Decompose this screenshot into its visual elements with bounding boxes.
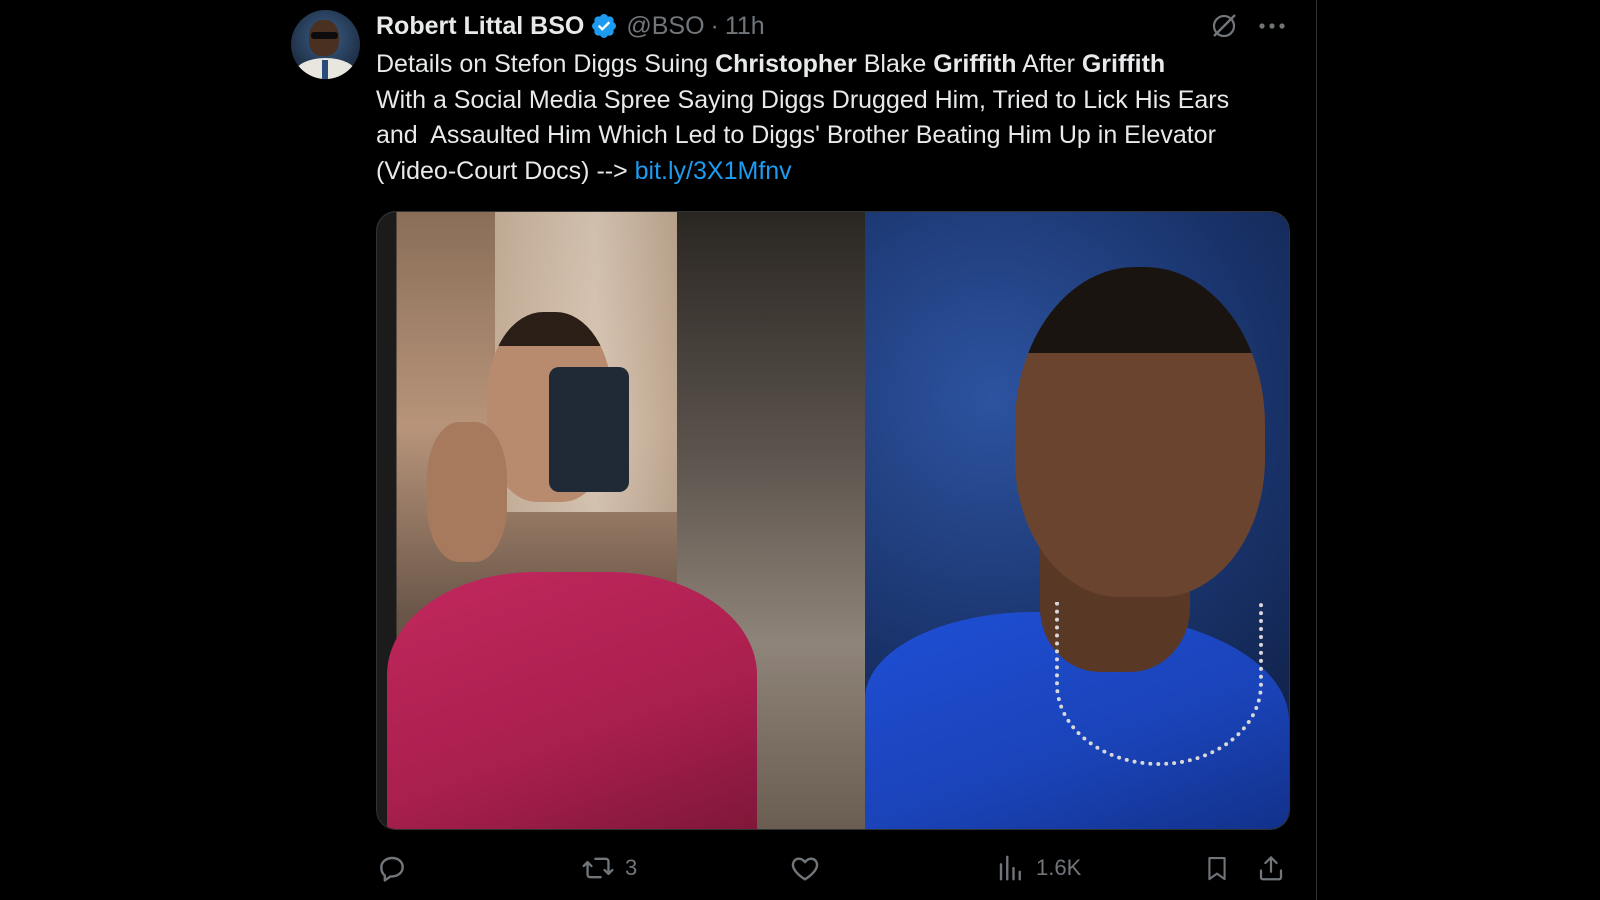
tweet-text-segment: With a Social Media Spree Saying Diggs D… xyxy=(376,85,1230,185)
tweet-text-segment: Blake xyxy=(856,50,934,78)
tweet-text: Details on Stefon Diggs Suing Christophe… xyxy=(376,47,1281,189)
media-photo-right[interactable] xyxy=(865,212,1289,829)
share-icon xyxy=(1256,852,1286,884)
author-name[interactable]: Robert Littal BSO xyxy=(376,12,584,41)
tweet-text-highlight: Christopher xyxy=(715,50,857,78)
photo-left-hand xyxy=(427,422,507,562)
bookmark-button[interactable] xyxy=(1203,850,1231,886)
retweet-count: 3 xyxy=(625,855,638,880)
like-icon xyxy=(789,852,821,884)
retweet-button[interactable]: 3 xyxy=(581,850,637,886)
tweet-text-segment: Details on Stefon Diggs Suing xyxy=(376,50,716,78)
views-count: 1.6K xyxy=(1036,855,1082,880)
share-button[interactable] xyxy=(1256,850,1286,886)
bookmark-icon xyxy=(1203,852,1231,884)
tweet-text-highlight: Griffith xyxy=(1081,50,1166,78)
tweet-link[interactable]: bit.ly/3X1Mfnv xyxy=(635,157,792,185)
reply-icon xyxy=(376,852,408,884)
photo-left-jacket xyxy=(387,572,757,829)
timeline-column: Robert Littal BSO @BSO · 11h Details on … xyxy=(0,0,1317,900)
separator-dot: · xyxy=(710,11,719,40)
avatar-tie xyxy=(322,60,328,79)
views-icon xyxy=(996,852,1026,884)
tweet-text-segment: After xyxy=(1016,50,1082,78)
views-button[interactable]: 1.6K xyxy=(996,850,1081,886)
tweet-text-highlight: Griffith xyxy=(933,50,1017,78)
media-photo-left[interactable] xyxy=(377,212,865,829)
like-button[interactable] xyxy=(789,850,831,886)
verified-badge-icon xyxy=(590,12,618,40)
author-avatar[interactable] xyxy=(291,10,360,79)
retweet-icon xyxy=(581,852,615,884)
tweet-media[interactable] xyxy=(376,211,1290,830)
tweet-timestamp[interactable]: 11h xyxy=(725,12,765,41)
tweet-header: Robert Littal BSO @BSO · 11h xyxy=(376,8,765,44)
photo-left-phone xyxy=(549,367,629,492)
author-handle[interactable]: @BSO xyxy=(626,12,704,41)
more-icon[interactable] xyxy=(1256,14,1288,38)
reply-button[interactable] xyxy=(376,850,418,886)
grok-icon[interactable] xyxy=(1209,11,1239,41)
photo-right-chain xyxy=(1055,602,1263,766)
avatar-glasses xyxy=(311,32,338,39)
photo-right-person xyxy=(1015,267,1265,597)
